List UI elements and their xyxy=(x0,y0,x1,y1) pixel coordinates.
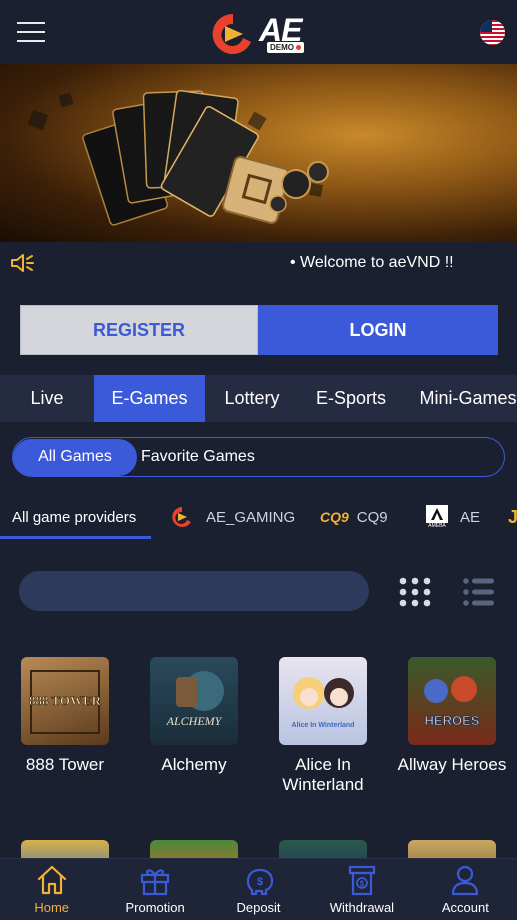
all-games-toggle[interactable]: All Games xyxy=(13,438,137,476)
promo-banner[interactable] xyxy=(0,64,517,242)
game-thumb-text: HEROES xyxy=(425,713,480,728)
nav-label: Withdrawal xyxy=(329,900,395,915)
provider-cq9[interactable]: CQ9 CQ9 xyxy=(320,496,388,538)
grid-view-icon[interactable] xyxy=(399,577,431,607)
game-thumbnail: Alice In Winterland xyxy=(279,657,367,745)
favorite-games-toggle[interactable]: Favorite Games xyxy=(141,448,255,466)
user-icon xyxy=(452,865,479,896)
game-thumb-text: ALCHEMY xyxy=(166,714,223,728)
game-name: 888 Tower xyxy=(25,755,105,774)
provider-label: All game providers xyxy=(12,508,137,526)
game-thumb-text: 888 TOWER xyxy=(29,693,102,708)
game-name: Allway Heroes xyxy=(397,755,507,774)
ameba-logo-icon: AMEBA xyxy=(424,505,450,529)
nav-deposit[interactable]: $ Deposit xyxy=(207,859,310,920)
announcement-text: • Welcome to aeVND !! xyxy=(290,254,454,271)
game-thumbnail: ALCHEMY xyxy=(150,657,238,745)
bottom-navigation: Home Promotion $ Deposit $ Withdrawal Ac… xyxy=(0,858,517,920)
list-view-icon[interactable] xyxy=(463,577,495,607)
piggy-bank-icon: $ xyxy=(246,868,273,896)
tab-e-sports[interactable]: E-Sports xyxy=(299,375,403,422)
game-thumb-text: Alice In Winterland xyxy=(292,722,355,729)
category-tabs: Live E-Games Lottery E-Sports Mini-Games xyxy=(0,375,517,422)
nav-label: Home xyxy=(34,900,70,915)
nav-withdrawal[interactable]: $ Withdrawal xyxy=(310,859,413,920)
provider-label: AE_GAMING xyxy=(206,508,296,526)
game-filter-segment: All Games Favorite Games xyxy=(12,437,505,477)
logo[interactable]: AE DEMO xyxy=(203,8,315,56)
tab-mini-games[interactable]: Mini-Games xyxy=(403,375,517,422)
provider-label: AE xyxy=(460,508,481,526)
game-thumbnail: 888 TOWER xyxy=(21,657,109,745)
speaker-icon xyxy=(11,254,34,272)
us-flag-icon[interactable] xyxy=(480,20,505,45)
demo-badge: DEMO xyxy=(267,42,304,53)
withdrawal-icon: $ xyxy=(348,865,376,896)
provider-active-underline xyxy=(0,536,151,539)
game-card[interactable]: ALCHEMY Alchemy xyxy=(134,657,254,775)
ae-logo-icon xyxy=(212,13,251,54)
register-button[interactable]: REGISTER xyxy=(20,305,258,355)
provider-ameba[interactable]: AMEBA AE xyxy=(424,496,480,538)
game-name: Alice In Winterland xyxy=(282,755,364,794)
provider-all[interactable]: All game providers xyxy=(12,496,136,538)
header: AE DEMO xyxy=(0,0,517,64)
announcement-bar: • Welcome to aeVND !! xyxy=(0,242,517,282)
app-root: AE DEMO • Welcome to aeVND !! REGISTER L… xyxy=(0,0,517,920)
hamburger-menu-icon[interactable] xyxy=(17,22,45,42)
provider-label: CQ9 xyxy=(356,508,388,526)
cq9-logo-icon: CQ9 xyxy=(320,509,349,525)
ae-gaming-logo-icon xyxy=(172,507,191,527)
provider-list: All game providers AE_GAMING CQ9 CQ9 AME… xyxy=(0,496,517,541)
home-icon xyxy=(37,865,66,895)
game-card[interactable]: Alice In Winterland Alice In Winterland xyxy=(263,657,383,795)
nav-label: Account xyxy=(441,900,489,915)
partial-provider-logo-icon: J xyxy=(508,506,517,527)
tab-lottery[interactable]: Lottery xyxy=(205,375,299,422)
gift-icon xyxy=(141,869,170,896)
svg-text:$: $ xyxy=(256,876,262,888)
game-card[interactable]: HEROES Allway Heroes xyxy=(392,657,512,775)
tab-e-games[interactable]: E-Games xyxy=(94,375,205,422)
auth-buttons: REGISTER LOGIN xyxy=(20,305,498,355)
nav-account[interactable]: Account xyxy=(414,859,517,920)
nav-promotion[interactable]: Promotion xyxy=(103,859,206,920)
login-button[interactable]: LOGIN xyxy=(258,305,498,355)
banner-cards-image xyxy=(27,89,329,226)
game-thumbnail: HEROES xyxy=(408,657,496,745)
nav-label: Deposit xyxy=(236,900,281,915)
svg-text:$: $ xyxy=(360,880,365,889)
game-name: Alchemy xyxy=(161,755,227,774)
tab-live[interactable]: Live xyxy=(0,375,94,422)
game-card[interactable]: 888 TOWER 888 Tower xyxy=(5,657,125,775)
search-input[interactable] xyxy=(19,571,369,611)
nav-home[interactable]: Home xyxy=(0,859,103,920)
provider-ae-gaming[interactable]: AE_GAMING xyxy=(168,496,295,538)
provider-partial[interactable]: J xyxy=(508,496,517,538)
nav-label: Promotion xyxy=(125,900,185,915)
